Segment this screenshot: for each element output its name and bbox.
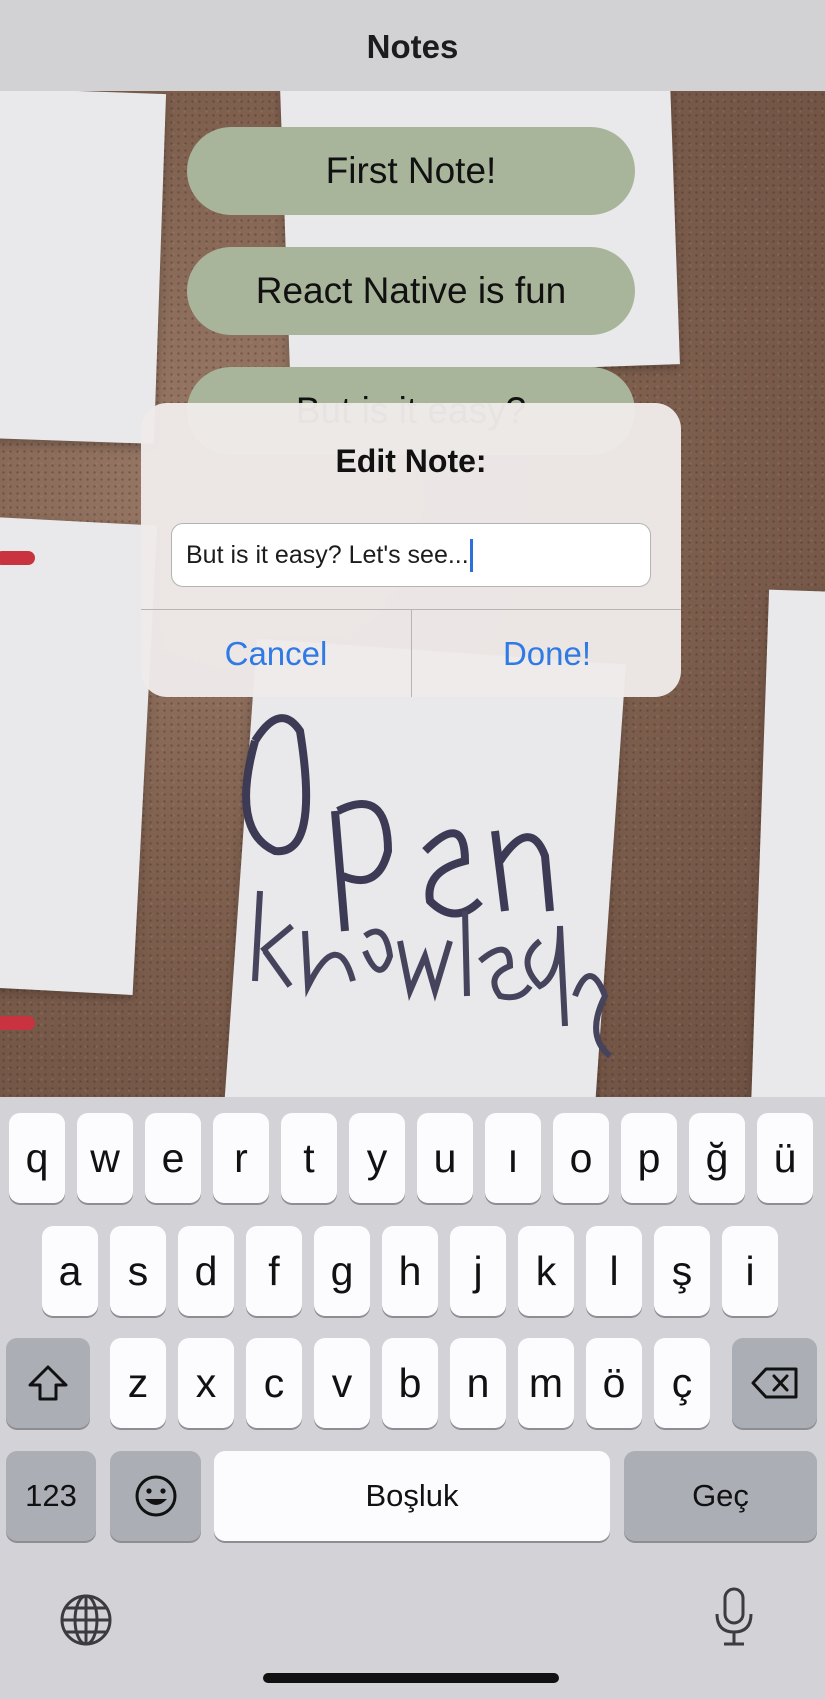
key-g[interactable]: g <box>314 1226 370 1316</box>
note-text-value: But is it easy? Let's see... <box>186 540 469 569</box>
note-item[interactable]: React Native is fun <box>187 247 635 335</box>
done-button[interactable]: Done! <box>412 610 681 697</box>
key-r[interactable]: r <box>213 1113 269 1203</box>
key-d[interactable]: d <box>178 1226 234 1316</box>
key-g-breve[interactable]: ğ <box>689 1113 745 1203</box>
globe-button[interactable] <box>58 1592 114 1648</box>
dialog-title: Edit Note: <box>335 443 487 479</box>
key-o[interactable]: o <box>553 1113 609 1203</box>
key-j[interactable]: j <box>450 1226 506 1316</box>
edit-note-dialog: Edit Note: But is it easy? Let's see... … <box>141 403 681 697</box>
key-e[interactable]: e <box>145 1113 201 1203</box>
keyboard: q w e r t y u ı o p ğ ü a s d f g h j k … <box>0 1097 825 1699</box>
delete-icon <box>751 1367 797 1399</box>
shift-icon <box>28 1365 68 1401</box>
key-x[interactable]: x <box>178 1338 234 1428</box>
key-p[interactable]: p <box>621 1113 677 1203</box>
key-i[interactable]: i <box>722 1226 778 1316</box>
key-dotless-i[interactable]: ı <box>485 1113 541 1203</box>
key-c[interactable]: c <box>246 1338 302 1428</box>
key-m[interactable]: m <box>518 1338 574 1428</box>
key-n[interactable]: n <box>450 1338 506 1428</box>
text-cursor <box>469 538 473 572</box>
shift-key[interactable] <box>6 1338 90 1428</box>
emoji-key[interactable] <box>110 1451 201 1541</box>
space-key[interactable]: Boşluk <box>214 1451 610 1541</box>
key-u-umlaut[interactable]: ü <box>757 1113 813 1203</box>
key-a[interactable]: a <box>42 1226 98 1316</box>
microphone-icon <box>715 1587 753 1646</box>
note-item-label: React Native is fun <box>255 270 567 311</box>
note-text-input[interactable]: But is it easy? Let's see... <box>171 523 651 587</box>
key-b[interactable]: b <box>382 1338 438 1428</box>
delete-key[interactable] <box>732 1338 817 1428</box>
key-k[interactable]: k <box>518 1226 574 1316</box>
key-s[interactable]: s <box>110 1226 166 1316</box>
dictation-button[interactable] <box>706 1585 762 1649</box>
key-q[interactable]: q <box>9 1113 65 1203</box>
key-z[interactable]: z <box>110 1338 166 1428</box>
page-title: Notes <box>366 27 459 65</box>
note-item-label: First Note! <box>325 150 497 191</box>
key-y[interactable]: y <box>349 1113 405 1203</box>
globe-icon <box>60 1594 112 1646</box>
key-c-cedilla[interactable]: ç <box>654 1338 710 1428</box>
return-key[interactable]: Geç <box>624 1451 817 1541</box>
numbers-key[interactable]: 123 <box>6 1451 96 1541</box>
emoji-icon <box>135 1475 176 1517</box>
cancel-button[interactable]: Cancel <box>141 610 411 697</box>
key-s-cedilla[interactable]: ş <box>654 1226 710 1316</box>
key-t[interactable]: t <box>281 1113 337 1203</box>
nav-header: Notes <box>0 0 825 91</box>
key-o-umlaut[interactable]: ö <box>586 1338 642 1428</box>
key-u[interactable]: u <box>417 1113 473 1203</box>
key-w[interactable]: w <box>77 1113 133 1203</box>
key-f[interactable]: f <box>246 1226 302 1316</box>
note-item[interactable]: First Note! <box>187 127 635 215</box>
key-v[interactable]: v <box>314 1338 370 1428</box>
key-l[interactable]: l <box>586 1226 642 1316</box>
home-indicator[interactable] <box>263 1673 559 1683</box>
key-h[interactable]: h <box>382 1226 438 1316</box>
